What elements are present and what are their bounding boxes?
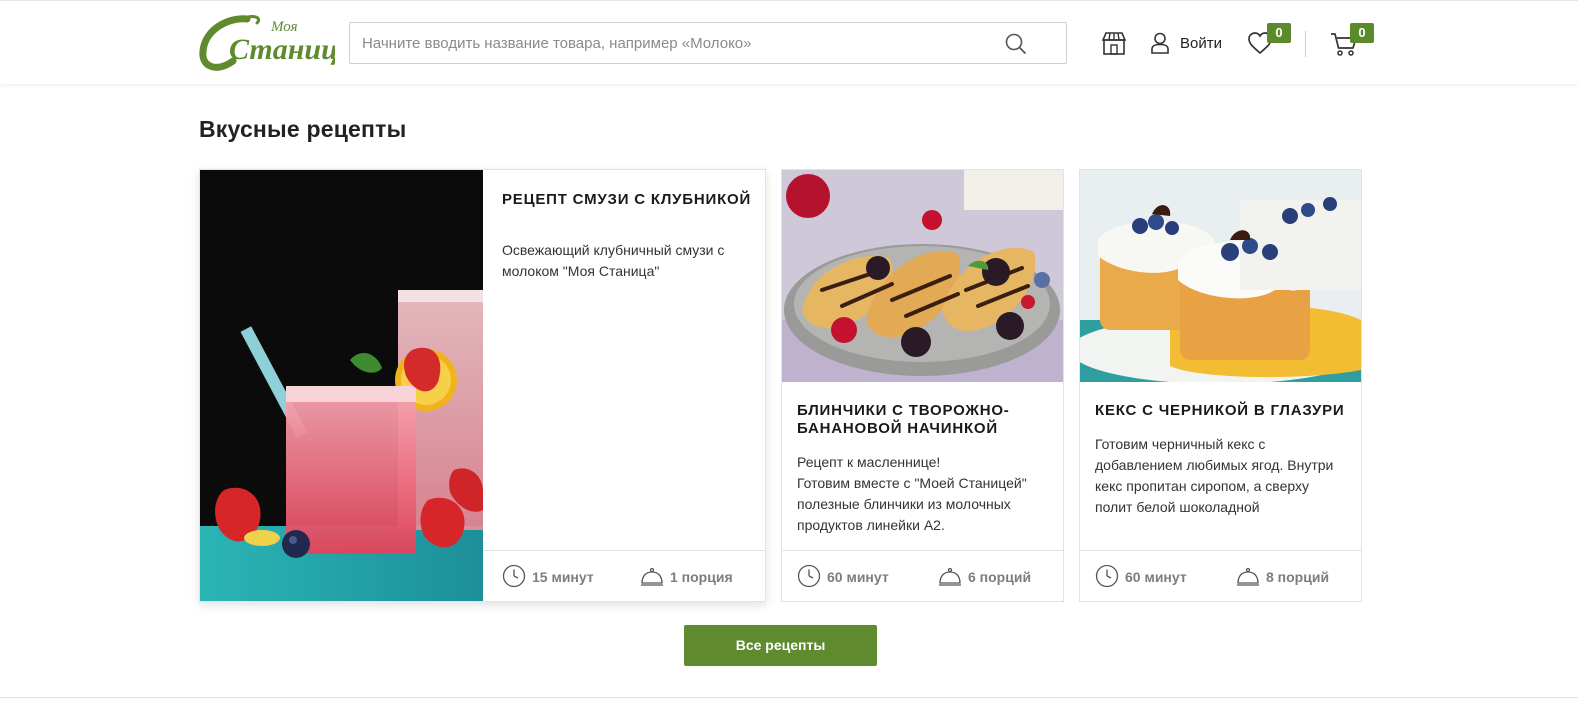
recipe-portions-label: 6 порций xyxy=(968,569,1032,585)
serving-dish-icon xyxy=(640,564,670,591)
search-box xyxy=(349,22,1067,64)
recipe-image-smoothie xyxy=(200,170,483,601)
clock-icon xyxy=(502,564,532,591)
recipe-portions-label: 1 порция xyxy=(670,569,733,585)
recipe-time-label: 60 минут xyxy=(827,569,889,585)
clock-icon xyxy=(797,564,827,591)
recipe-portions-label: 8 порций xyxy=(1266,569,1330,585)
recipe-portions: 6 порций xyxy=(938,565,1031,589)
section-title: Вкусные рецепты xyxy=(199,116,407,142)
recipe-meta: 60 минут 8 порций xyxy=(1080,550,1361,601)
search-input[interactable] xyxy=(350,23,990,63)
recipe-meta: 60 минут 6 порций xyxy=(782,550,1063,601)
brand-logo[interactable]: Моя Станица xyxy=(199,11,353,75)
recipe-time: 15 минут xyxy=(502,564,594,591)
recipe-description: Освежающий клубничный смузи с молоком "М… xyxy=(502,242,725,279)
footer-divider xyxy=(0,697,1578,698)
login-label: Войти xyxy=(1180,34,1222,52)
recipe-title[interactable]: Блинчики с творожно-банановой начинкой xyxy=(797,402,1052,438)
recipe-card-smoothie[interactable]: Рецепт смузи с клубникой Освежающий клуб… xyxy=(199,169,766,602)
recipe-image-muffin xyxy=(1080,170,1361,382)
recipe-meta: 15 минут 1 порция xyxy=(483,550,765,601)
recipe-title[interactable]: Рецепт смузи с клубникой xyxy=(502,191,752,209)
clock-icon xyxy=(1095,564,1125,591)
serving-dish-icon xyxy=(938,564,968,591)
recipe-time: 60 минут xyxy=(797,564,889,591)
recipe-description: Рецепт к масленнице! Готовим вместе с "М… xyxy=(797,454,1027,533)
recipe-body: Рецепт смузи с клубникой Освежающий клуб… xyxy=(483,170,765,601)
recipe-time-label: 60 минут xyxy=(1125,569,1187,585)
recipe-card-muffin[interactable]: Кекс с черникой в глазури Готовим чернич… xyxy=(1079,169,1362,602)
site-header: Моя Станица Войти 0 0 xyxy=(0,0,1578,84)
recipe-image-pancakes xyxy=(782,170,1063,382)
favorites-count-badge: 0 xyxy=(1267,23,1291,43)
recipe-card-pancakes[interactable]: Блинчики с творожно-банановой начинкой Р… xyxy=(781,169,1064,602)
serving-dish-icon xyxy=(1236,564,1266,591)
all-recipes-button[interactable]: Все рецепты xyxy=(684,625,877,666)
recipe-portions: 1 порция xyxy=(640,565,733,589)
recipe-description: Готовим черничный кекс с добавлением люб… xyxy=(1095,436,1334,515)
user-icon xyxy=(1150,32,1170,54)
svg-text:Станица: Станица xyxy=(229,33,335,66)
recipe-time-label: 15 минут xyxy=(532,569,594,585)
header-divider xyxy=(1305,31,1306,57)
login-link[interactable]: Войти xyxy=(1150,31,1222,55)
cart-count-badge: 0 xyxy=(1350,23,1374,43)
recipe-title[interactable]: Кекс с черникой в глазури xyxy=(1095,402,1350,420)
store-icon[interactable] xyxy=(1101,31,1127,55)
recipe-time: 60 минут xyxy=(1095,564,1187,591)
recipe-portions: 8 порций xyxy=(1236,565,1329,589)
search-icon[interactable] xyxy=(1004,32,1028,56)
